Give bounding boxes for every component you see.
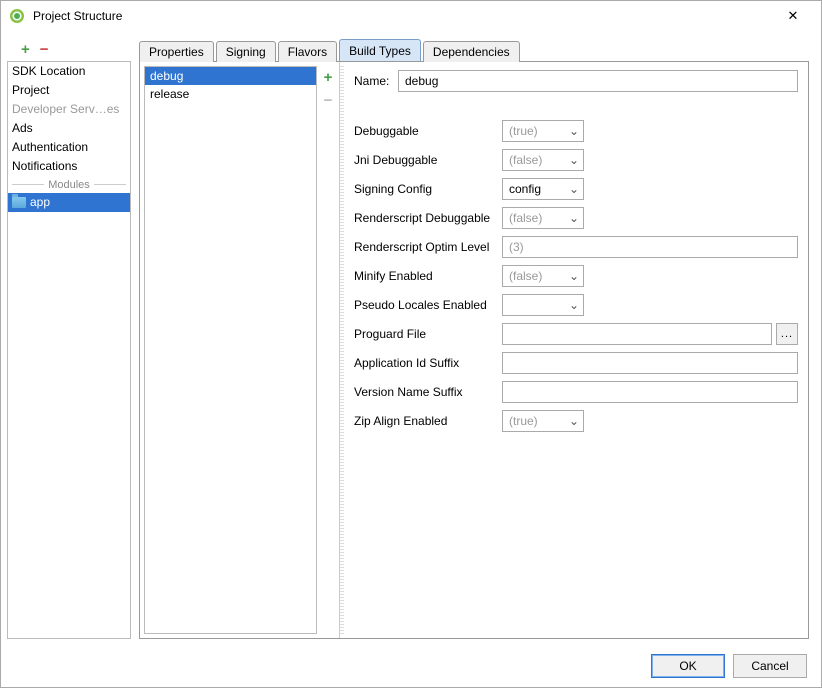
- label-minify: Minify Enabled: [354, 269, 502, 283]
- form-panel: Name: Debuggable (true) ⌄ Jni Debugg: [344, 62, 808, 638]
- dialog-content: + − SDK Location Project Developer Serv……: [1, 31, 821, 645]
- app-id-suffix-input[interactable]: [502, 352, 798, 374]
- sidebar-item-ads[interactable]: Ads: [8, 119, 130, 138]
- combo-signing-config[interactable]: config ⌄: [502, 178, 584, 200]
- sidebar-toolbar: + −: [7, 37, 131, 61]
- label-version-name-suffix: Version Name Suffix: [354, 385, 502, 399]
- sidebar-item-app-module[interactable]: app: [8, 193, 130, 212]
- app-icon: [9, 8, 25, 24]
- label-name: Name:: [354, 74, 398, 88]
- sidebar-item-label: app: [30, 195, 50, 210]
- row-jni-debuggable: Jni Debuggable (false) ⌄: [354, 149, 798, 171]
- folder-icon: [12, 197, 26, 208]
- label-signing-config: Signing Config: [354, 182, 502, 196]
- row-rs-optim: Renderscript Optim Level: [354, 236, 798, 258]
- row-proguard: Proguard File ...: [354, 323, 798, 345]
- combo-minify[interactable]: (false) ⌄: [502, 265, 584, 287]
- tab-body: debug release + − Name:: [139, 61, 809, 639]
- label-jni-debuggable: Jni Debuggable: [354, 153, 502, 167]
- ok-button[interactable]: OK: [651, 654, 725, 678]
- browse-button[interactable]: ...: [776, 323, 798, 345]
- label-rs-optim: Renderscript Optim Level: [354, 240, 502, 254]
- combo-rs-debuggable[interactable]: (false) ⌄: [502, 207, 584, 229]
- label-debuggable: Debuggable: [354, 124, 502, 138]
- sidebar-item-developer-services[interactable]: Developer Serv…es: [8, 100, 130, 119]
- combo-jni-debuggable[interactable]: (false) ⌄: [502, 149, 584, 171]
- list-item-debug[interactable]: debug: [145, 67, 316, 85]
- list-item-release[interactable]: release: [145, 85, 316, 103]
- label-app-id-suffix: Application Id Suffix: [354, 356, 502, 370]
- remove-build-type-icon[interactable]: −: [324, 93, 333, 108]
- title-bar: Project Structure ✕: [1, 1, 821, 31]
- build-types-list: debug release: [144, 66, 317, 634]
- version-name-suffix-input[interactable]: [502, 381, 798, 403]
- row-app-id-suffix: Application Id Suffix: [354, 352, 798, 374]
- sidebar-list: SDK Location Project Developer Serv…es A…: [7, 61, 131, 639]
- build-types-column: debug release + −: [140, 62, 340, 638]
- row-debuggable: Debuggable (true) ⌄: [354, 120, 798, 142]
- tab-signing[interactable]: Signing: [216, 41, 276, 62]
- combo-zip-align[interactable]: (true) ⌄: [502, 410, 584, 432]
- combo-debuggable[interactable]: (true) ⌄: [502, 120, 584, 142]
- row-signing-config: Signing Config config ⌄: [354, 178, 798, 200]
- add-icon[interactable]: +: [21, 42, 30, 57]
- chevron-down-icon: ⌄: [569, 269, 579, 283]
- row-version-name-suffix: Version Name Suffix: [354, 381, 798, 403]
- proguard-input[interactable]: [502, 323, 772, 345]
- tab-dependencies[interactable]: Dependencies: [423, 41, 520, 62]
- rs-optim-input[interactable]: [502, 236, 798, 258]
- tab-flavors[interactable]: Flavors: [278, 41, 337, 62]
- cancel-button[interactable]: Cancel: [733, 654, 807, 678]
- chevron-down-icon: ⌄: [569, 211, 579, 225]
- window-title: Project Structure: [33, 9, 773, 23]
- chevron-down-icon: ⌄: [569, 298, 579, 312]
- close-icon: ✕: [788, 8, 799, 24]
- sidebar: + − SDK Location Project Developer Serv……: [7, 37, 131, 639]
- add-build-type-icon[interactable]: +: [324, 70, 333, 85]
- sidebar-item-sdk-location[interactable]: SDK Location: [8, 62, 130, 81]
- list-tools: + −: [317, 62, 339, 638]
- label-zip-align: Zip Align Enabled: [354, 414, 502, 428]
- sidebar-item-project[interactable]: Project: [8, 81, 130, 100]
- chevron-down-icon: ⌄: [569, 124, 579, 138]
- remove-icon[interactable]: −: [40, 42, 49, 57]
- sidebar-item-authentication[interactable]: Authentication: [8, 138, 130, 157]
- tab-bar: Properties Signing Flavors Build Types D…: [139, 37, 809, 61]
- row-name: Name:: [354, 70, 798, 92]
- close-button[interactable]: ✕: [773, 2, 813, 30]
- dialog-window: Project Structure ✕ + − SDK Location Pro…: [0, 0, 822, 688]
- sidebar-section-modules: Modules: [8, 176, 130, 193]
- main-panel: Properties Signing Flavors Build Types D…: [139, 37, 809, 639]
- row-rs-debuggable: Renderscript Debuggable (false) ⌄: [354, 207, 798, 229]
- row-pseudo-locales: Pseudo Locales Enabled ⌄: [354, 294, 798, 316]
- tab-build-types[interactable]: Build Types: [339, 39, 421, 61]
- sidebar-item-notifications[interactable]: Notifications: [8, 157, 130, 176]
- dialog-button-bar: OK Cancel: [1, 645, 821, 687]
- row-zip-align: Zip Align Enabled (true) ⌄: [354, 410, 798, 432]
- label-pseudo-locales: Pseudo Locales Enabled: [354, 298, 502, 312]
- name-input[interactable]: [398, 70, 798, 92]
- chevron-down-icon: ⌄: [569, 153, 579, 167]
- row-minify: Minify Enabled (false) ⌄: [354, 265, 798, 287]
- chevron-down-icon: ⌄: [569, 414, 579, 428]
- combo-pseudo-locales[interactable]: ⌄: [502, 294, 584, 316]
- chevron-down-icon: ⌄: [569, 182, 579, 196]
- label-proguard: Proguard File: [354, 327, 502, 341]
- label-rs-debuggable: Renderscript Debuggable: [354, 211, 502, 225]
- tab-properties[interactable]: Properties: [139, 41, 214, 62]
